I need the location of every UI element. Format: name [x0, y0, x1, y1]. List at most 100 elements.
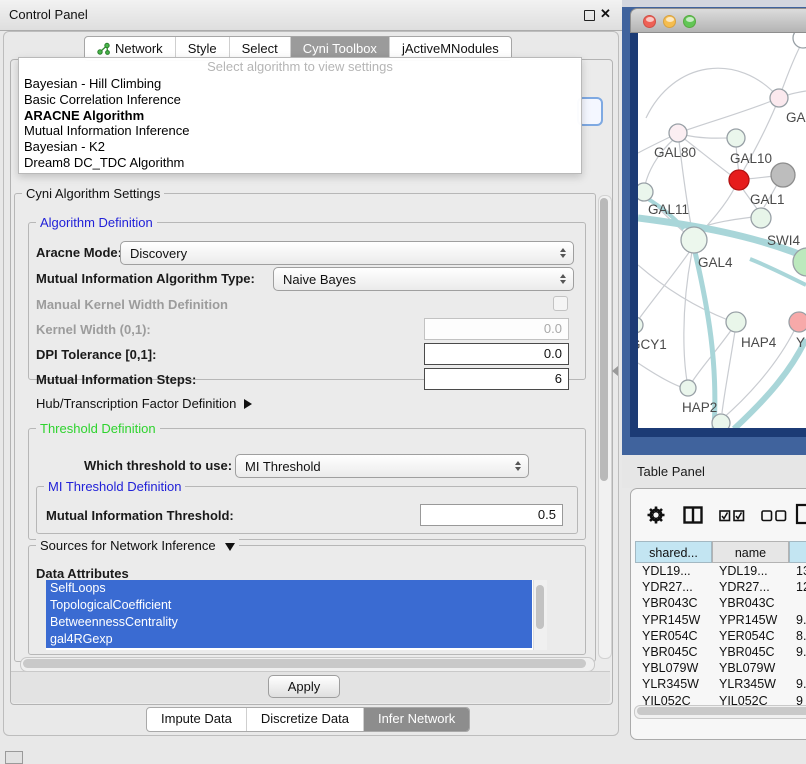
- checked-checkbox-pair-icon[interactable]: [719, 510, 745, 522]
- close-icon[interactable]: ✕: [600, 6, 611, 22]
- table-cell: YER054C: [712, 628, 789, 644]
- network-node-GAL1[interactable]: [729, 170, 749, 190]
- dpi-tolerance-field[interactable]: 0.0: [424, 343, 569, 365]
- network-window-titlebar[interactable]: [630, 8, 806, 33]
- table-row[interactable]: YDR27...YDR27...12: [635, 579, 806, 595]
- settings-horizontal-scrollbar[interactable]: [20, 657, 595, 672]
- mi-type-combobox[interactable]: Naive Bayes: [273, 267, 574, 291]
- scrollbar-thumb[interactable]: [23, 659, 586, 668]
- network-edge-highlighted[interactable]: [734, 339, 806, 428]
- dropdown-item[interactable]: ARACNE Algorithm: [19, 108, 581, 124]
- column-header[interactable]: name: [712, 541, 789, 563]
- table-cell: YPR145W: [712, 612, 789, 628]
- unchecked-checkbox-pair-icon[interactable]: [761, 510, 787, 522]
- table-cell: 9.: [789, 612, 806, 628]
- dropdown-item[interactable]: Basic Correlation Inference: [19, 92, 581, 108]
- network-edge[interactable]: [684, 252, 692, 381]
- attribute-list-item[interactable]: BetweennessCentrality: [46, 614, 532, 631]
- close-traffic-light-icon[interactable]: [643, 15, 656, 28]
- dropdown-item[interactable]: Mutual Information Inference: [19, 123, 581, 139]
- table-cell: YBL079W: [635, 660, 712, 676]
- scrollbar-thumb[interactable]: [536, 585, 544, 629]
- network-node-GAL4[interactable]: [681, 227, 707, 253]
- table-cell: YLR345W: [635, 676, 712, 692]
- zoom-traffic-light-icon[interactable]: [683, 15, 696, 28]
- collapse-arrow-icon[interactable]: [225, 543, 235, 551]
- minimized-panel-icon[interactable]: [5, 751, 23, 764]
- table-row[interactable]: YPR145WYPR145W9.: [635, 612, 806, 628]
- table-horizontal-scrollbar[interactable]: [634, 705, 806, 719]
- table-row[interactable]: YBR043CYBR043C: [635, 595, 806, 611]
- network-edge[interactable]: [638, 265, 728, 320]
- network-edge[interactable]: [646, 68, 779, 118]
- gear-icon[interactable]: [646, 505, 666, 525]
- mi-threshold-field[interactable]: 0.5: [420, 504, 563, 526]
- dropdown-item[interactable]: Dream8 DC_TDC Algorithm: [19, 155, 581, 171]
- network-node-GAL10[interactable]: [727, 129, 745, 147]
- network-node-Y-node[interactable]: [789, 312, 806, 332]
- network-edge[interactable]: [684, 98, 779, 131]
- table-row[interactable]: YLR345WYLR345W9.: [635, 676, 806, 692]
- node-label-gal-edge: GAL: [786, 110, 806, 125]
- attribute-list-scrollbar[interactable]: [533, 580, 547, 650]
- settings-vertical-scrollbar[interactable]: [598, 195, 612, 659]
- combo-value: Discovery: [121, 246, 187, 261]
- table-row[interactable]: YDL19...YDL19...13: [635, 563, 806, 579]
- apply-button[interactable]: Apply: [268, 675, 340, 698]
- page-icon[interactable]: [795, 503, 806, 525]
- scrollbar-thumb[interactable]: [637, 707, 806, 715]
- dropdown-item[interactable]: Bayesian - K2: [19, 139, 581, 155]
- minimize-traffic-light-icon[interactable]: [663, 15, 676, 28]
- node-label-HAP2: HAP2: [682, 400, 717, 415]
- network-edge[interactable]: [638, 251, 690, 323]
- network-edge[interactable]: [746, 176, 774, 179]
- network-node-gray-node[interactable]: [771, 163, 795, 187]
- kernel-width-field[interactable]: 0.0: [424, 318, 569, 340]
- float-window-icon[interactable]: [584, 10, 595, 21]
- network-edge[interactable]: [638, 363, 681, 387]
- tab-infer-network[interactable]: Infer Network: [363, 708, 469, 731]
- network-node-HAP4[interactable]: [726, 312, 746, 332]
- table-row[interactable]: YBR045CYBR045C9.: [635, 644, 806, 660]
- tab-discretize-data[interactable]: Discretize Data: [246, 708, 363, 731]
- table-row[interactable]: YBL079WYBL079W: [635, 660, 806, 676]
- panel-splitter-handle[interactable]: [612, 366, 618, 376]
- group-title: Sources for Network Inference: [36, 538, 239, 553]
- node-label-GAL10: GAL10: [730, 151, 772, 166]
- attribute-list: SelfLoopsTopologicalCoefficientBetweenne…: [46, 580, 546, 650]
- hub-definition-expander[interactable]: Hub/Transcription Factor Definition: [36, 396, 252, 411]
- table-cell: YBR045C: [635, 644, 712, 660]
- mi-steps-field[interactable]: 6: [424, 368, 569, 390]
- table-cell: YLR345W: [712, 676, 789, 692]
- manual-kernel-checkbox[interactable]: [553, 296, 568, 311]
- node-label-GAL11: GAL11: [648, 202, 689, 217]
- scrollbar-thumb[interactable]: [600, 198, 608, 481]
- attribute-list-item[interactable]: TopologicalCoefficient: [46, 597, 532, 614]
- network-node-SWI4[interactable]: [751, 208, 771, 228]
- split-columns-icon[interactable]: [683, 506, 703, 524]
- tab-impute-data[interactable]: Impute Data: [147, 708, 246, 731]
- which-threshold-combobox[interactable]: MI Threshold: [235, 454, 529, 478]
- network-edge[interactable]: [722, 331, 735, 413]
- table-row[interactable]: YER054CYER054C8.: [635, 628, 806, 644]
- attribute-list-item[interactable]: SelfLoops: [46, 580, 532, 597]
- table-cell: YBR043C: [712, 595, 789, 611]
- aracne-mode-label: Aracne Mode:: [36, 245, 122, 260]
- network-canvas[interactable]: GALGAL80GAL10GAL1GAL11SWI4GAL4GCY1HAP4YH…: [638, 33, 806, 428]
- aracne-mode-combobox[interactable]: Discovery: [120, 241, 574, 265]
- table-cell: YDL19...: [635, 563, 712, 579]
- stepper-arrows-icon: [553, 274, 573, 284]
- group-title: MI Threshold Definition: [44, 479, 185, 494]
- network-node-partial-bottom[interactable]: [712, 414, 730, 428]
- column-header[interactable]: shared...: [635, 541, 712, 563]
- network-node-GAL11[interactable]: [638, 183, 653, 201]
- network-node-HAP2[interactable]: [680, 380, 696, 396]
- attribute-list-item[interactable]: gal4RGexp: [46, 631, 532, 648]
- network-node-gal-edge[interactable]: [770, 89, 788, 107]
- network-node-partial-top[interactable]: [793, 33, 806, 48]
- column-header[interactable]: [789, 541, 806, 563]
- dropdown-item[interactable]: Bayesian - Hill Climbing: [19, 76, 581, 92]
- network-node-GAL80[interactable]: [669, 124, 687, 142]
- network-edge[interactable]: [685, 135, 728, 138]
- network-node-GCY1[interactable]: [638, 317, 643, 333]
